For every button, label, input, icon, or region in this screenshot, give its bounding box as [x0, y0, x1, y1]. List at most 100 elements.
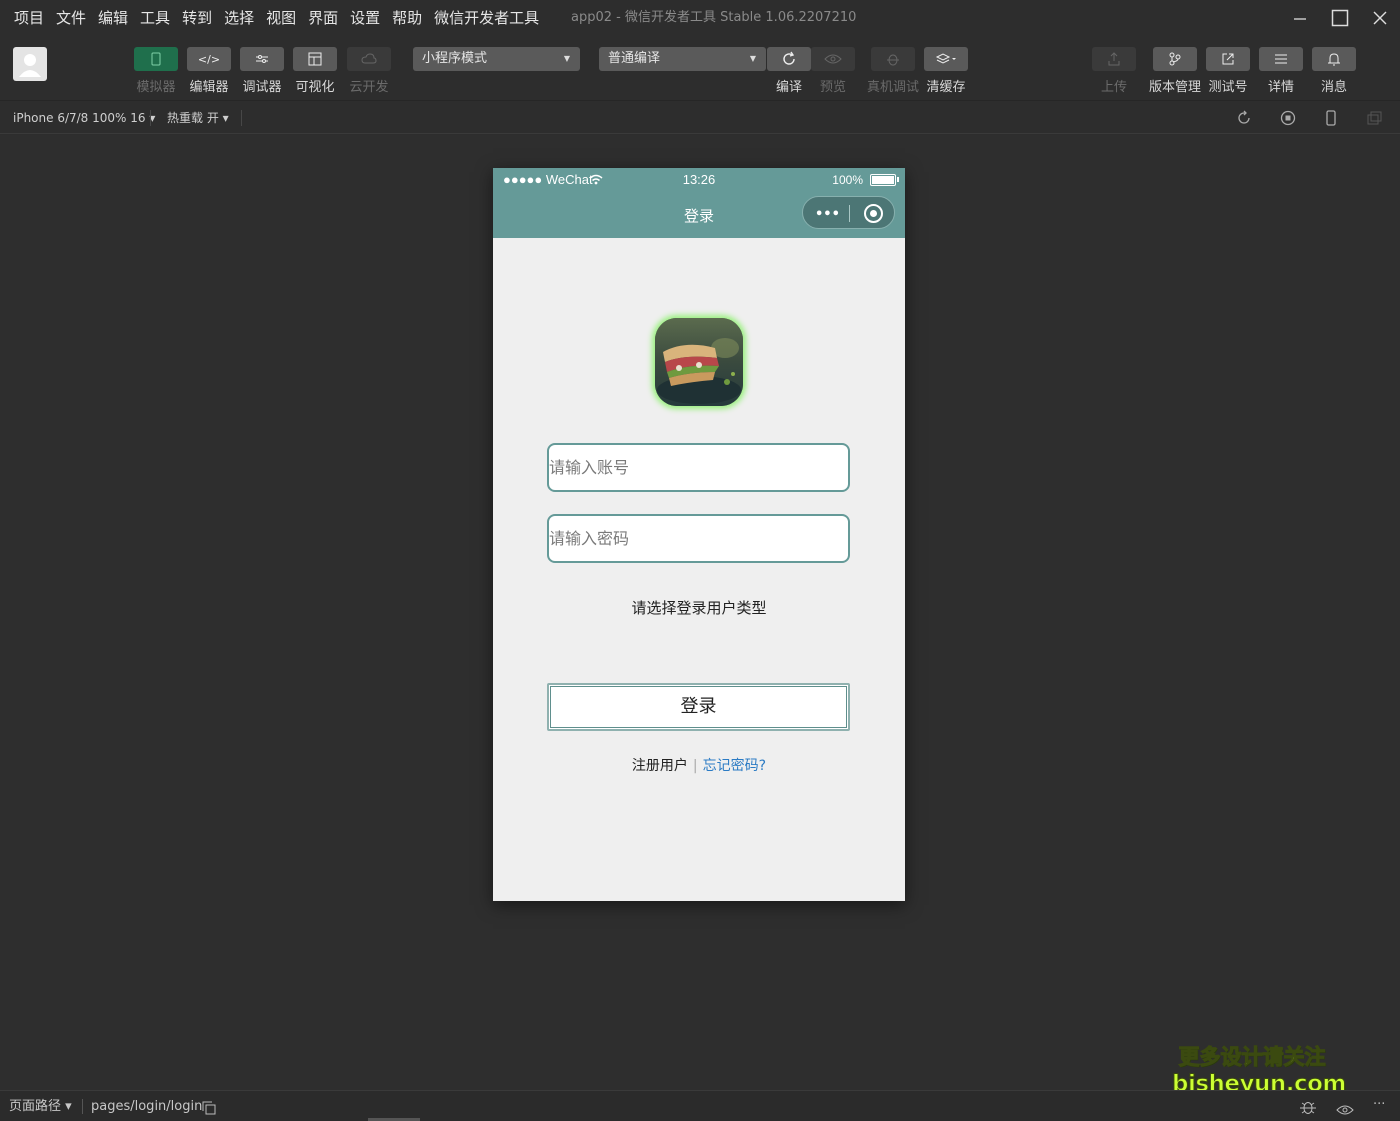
preview-button[interactable]: 预览: [811, 47, 855, 95]
phone-icon: [1326, 110, 1336, 126]
sandwich-image: [655, 318, 743, 406]
divider: [241, 110, 242, 126]
remote-debug-button[interactable]: 真机调试: [867, 47, 919, 95]
phone-nav-bar: 登录 •••: [493, 192, 905, 238]
menu-help[interactable]: 帮助: [386, 0, 428, 36]
maximize-icon: [1331, 9, 1349, 27]
upload-icon: [1108, 52, 1120, 66]
details-label: 详情: [1267, 80, 1294, 95]
copy-icon: [202, 1101, 216, 1115]
watermark-line1: 更多设计请关注: [1178, 1045, 1326, 1070]
rotate-icon: [1238, 110, 1250, 124]
menu-project[interactable]: 项目: [8, 0, 50, 36]
maximize-button[interactable]: [1320, 0, 1360, 36]
clear-cache-label: 清缓存: [926, 80, 966, 95]
more-icon[interactable]: •••: [815, 207, 840, 222]
stop-button[interactable]: [1280, 110, 1296, 126]
phone-status-bar: ●●●●● WeChat 13:26 100%: [493, 168, 905, 192]
eye-icon: [824, 54, 842, 64]
device-bar: iPhone 6/7/8 100% 16 ▾ 热重载 开 ▾: [0, 100, 1400, 134]
window-button[interactable]: [1367, 110, 1383, 126]
divider: [82, 1099, 83, 1114]
debugger-button[interactable]: 调试器: [240, 47, 284, 95]
bell-icon: [1328, 53, 1340, 66]
device-frame-button[interactable]: [1323, 110, 1339, 126]
mode-select[interactable]: 小程序模式 ▼: [413, 47, 580, 71]
forgot-password-link[interactable]: 忘记密码?: [703, 758, 766, 774]
version-button[interactable]: 版本管理: [1149, 47, 1201, 95]
menu-edit[interactable]: 编辑: [92, 0, 134, 36]
sliders-icon: [256, 55, 268, 63]
hot-reload-toggle[interactable]: 热重载 开 ▾: [167, 101, 229, 135]
link-separator: |: [692, 758, 698, 774]
debugger-label: 调试器: [242, 80, 282, 95]
editor-button[interactable]: </> 编辑器: [187, 47, 231, 95]
layers-icon: [935, 53, 956, 64]
device-select[interactable]: iPhone 6/7/8 100% 16 ▾: [13, 101, 155, 135]
close-window-button[interactable]: [1360, 0, 1400, 36]
menu-tools[interactable]: 工具: [134, 0, 176, 36]
compile-label: 编译: [775, 80, 802, 95]
close-icon: [1373, 11, 1387, 25]
page-path-dropdown[interactable]: 页面路径 ▾: [9, 1091, 72, 1121]
page-path: pages/login/login: [91, 1099, 203, 1114]
window-controls: [1280, 0, 1400, 36]
password-field[interactable]: [547, 514, 850, 563]
upload-button[interactable]: 上传: [1092, 47, 1136, 95]
cloud-label: 云开发: [349, 80, 389, 95]
menu-goto[interactable]: 转到: [176, 0, 218, 36]
preview-toggle[interactable]: [1336, 1101, 1354, 1120]
menu-settings[interactable]: 设置: [344, 0, 386, 36]
toolbar: 模拟器 </> 编辑器 调试器 可视化 云开发 小程序模式 ▼ 普通编译 ▼ 编…: [0, 36, 1400, 100]
battery-percent: 100%: [832, 173, 863, 187]
capsule-divider: [849, 205, 850, 222]
external-link-icon: [1222, 53, 1234, 65]
messages-label: 消息: [1320, 80, 1347, 95]
menu-view[interactable]: 视图: [260, 0, 302, 36]
menu-interface[interactable]: 界面: [302, 0, 344, 36]
menu-file[interactable]: 文件: [50, 0, 92, 36]
phone-icon: [151, 52, 161, 66]
messages-button[interactable]: 消息: [1312, 47, 1356, 95]
divider: [150, 110, 151, 126]
mini-program-capsule: •••: [802, 196, 895, 229]
editor-label: 编辑器: [189, 80, 229, 95]
clear-cache-button[interactable]: 清缓存: [924, 47, 968, 95]
chevron-down-icon: ▼: [563, 54, 570, 63]
app-logo: [655, 318, 743, 406]
password-input[interactable]: [549, 516, 848, 561]
copy-path-button[interactable]: [202, 1100, 216, 1119]
code-icon: </>: [197, 52, 221, 66]
close-miniprogram-icon[interactable]: [864, 204, 883, 223]
login-button[interactable]: 登录: [547, 683, 850, 731]
upload-label: 上传: [1100, 80, 1127, 95]
rotate-button[interactable]: [1236, 110, 1252, 126]
user-type-picker[interactable]: 请选择登录用户类型: [493, 597, 905, 618]
debug-button[interactable]: [1299, 1099, 1317, 1119]
more-options-icon[interactable]: ···: [1373, 1097, 1385, 1112]
preview-label: 预览: [819, 80, 846, 95]
account-input[interactable]: [549, 445, 848, 490]
user-icon: [19, 54, 41, 77]
branch-icon: [1169, 52, 1181, 66]
compile-mode-select[interactable]: 普通编译 ▼: [599, 47, 766, 71]
menu-wechat-devtools[interactable]: 微信开发者工具: [428, 0, 545, 36]
minimize-button[interactable]: [1280, 0, 1320, 36]
cloud-button[interactable]: 云开发: [347, 47, 391, 95]
menu-select[interactable]: 选择: [218, 0, 260, 36]
account-field[interactable]: [547, 443, 850, 492]
details-button[interactable]: 详情: [1259, 47, 1303, 95]
user-avatar[interactable]: [13, 47, 47, 81]
battery-nub: [897, 177, 899, 182]
minimize-icon: [1294, 18, 1306, 20]
test-account-button[interactable]: 测试号: [1206, 47, 1250, 95]
visual-button[interactable]: 可视化: [293, 47, 337, 95]
battery-icon: [870, 174, 896, 186]
eye-icon: [1336, 1105, 1354, 1115]
version-label: 版本管理: [1149, 80, 1202, 95]
register-link[interactable]: 注册用户: [632, 758, 688, 774]
chevron-down-icon: ▼: [749, 54, 756, 63]
compile-button[interactable]: 编译: [767, 47, 811, 95]
window-stack-icon: [1367, 111, 1382, 125]
simulator-button[interactable]: 模拟器: [134, 47, 178, 95]
